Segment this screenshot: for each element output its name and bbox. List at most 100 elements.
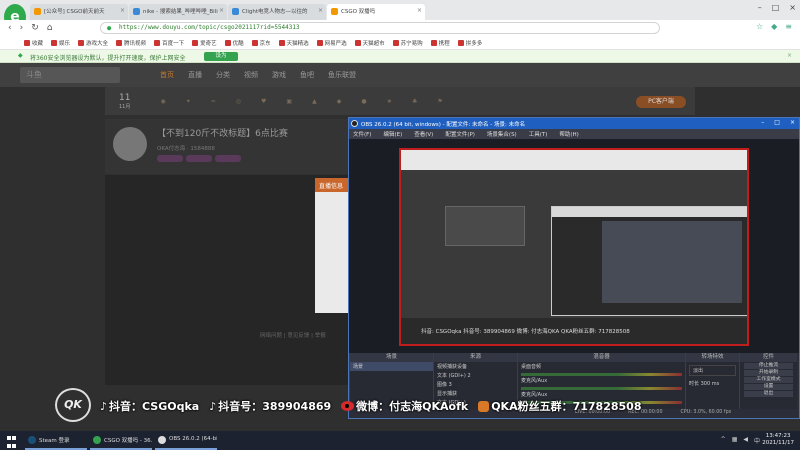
volume-icon[interactable]: ◀ [743,436,748,445]
category-icon[interactable]: ▣ [286,98,292,105]
menu-item[interactable]: 查看(V) [414,130,433,138]
qq-group-icon [478,400,490,412]
bookmark[interactable]: 网易严选 [317,39,347,47]
obs-preview[interactable]: 抖音: CSGOqka 抖音号: 389904869 微博: 付志海QKA QK… [399,148,749,346]
bookmark[interactable]: 拼多多 [458,39,483,47]
close-window-icon[interactable]: × [789,3,796,12]
bookmark[interactable]: 腾讯视频 [116,39,146,47]
category-icon[interactable]: ◎ [236,98,241,105]
refresh-icon[interactable]: ↻ [31,23,39,33]
site-logo[interactable]: 斗鱼 [20,67,120,83]
mixer-channel-label: 桌面音频 [521,364,542,370]
category-icon[interactable]: ✦ [186,98,191,105]
close-tab-icon[interactable]: × [219,7,224,14]
menu-item[interactable]: 工具(T) [529,130,548,138]
obs-logo-icon [351,120,358,127]
nav-item[interactable]: 鱼吧 [300,70,314,80]
category-icon[interactable]: ≈ [211,98,216,105]
obs-window: OBS 26.0.2 (64 bit, windows) - 配置文件: 未命名… [348,117,800,419]
obs-title-bar: OBS 26.0.2 (64 bit, windows) - 配置文件: 未命名… [349,118,799,129]
bookmark[interactable]: 百度一下 [154,39,184,47]
category-icon[interactable]: ⚑ [437,98,442,105]
close-icon[interactable]: × [787,52,792,59]
browser-tab[interactable]: [公众号] CSGO前天前天 × [30,4,128,20]
source-item[interactable]: 文本 (GDI+) 2 [434,371,517,380]
taskbar-item-browser[interactable]: CSGO 双播吗 - 36... [90,431,152,450]
set-default-button[interactable]: 设为 [204,52,238,61]
category-icon[interactable]: ● [361,98,366,105]
bookmark[interactable]: 收藏 [24,39,43,47]
weibo-label: 微博：付志海QKAofk [356,400,469,413]
maximize-icon[interactable]: □ [774,119,780,126]
home-icon[interactable]: ⌂ [47,23,53,33]
stop-streaming-button[interactable]: 停止推流 [744,363,793,369]
star-icon[interactable]: ☆ [756,22,763,31]
start-recording-button[interactable]: 开始录制 [744,370,793,376]
category-icon[interactable]: ♣ [412,98,417,105]
category-icon[interactable]: ◆ [337,98,342,105]
preview-page [401,170,747,320]
tray-arrow-icon[interactable]: ^ [721,436,726,445]
ime-icon[interactable]: 中 [754,436,760,445]
pc-client-button[interactable]: PC客户端 [636,96,686,108]
nav-item[interactable]: 直播 [188,70,202,80]
page-footer[interactable]: 网络问题 | 意见反馈 | 举报 [260,331,326,339]
menu-icon[interactable]: ≡ [785,22,792,31]
transition-select[interactable]: 淡出 [689,365,736,376]
volume-meter[interactable] [521,373,682,376]
source-item[interactable]: 视频捕获设备 [434,362,517,371]
menu-item[interactable]: 帮助(H) [559,130,578,138]
taskbar-clock[interactable]: 13:47:23 2021/11/17 [762,433,794,447]
back-icon[interactable]: ‹ [8,23,12,33]
menu-item[interactable]: 文件(F) [353,130,371,138]
bookmark[interactable]: 游戏大全 [78,39,108,47]
minimize-icon[interactable]: – [761,119,764,126]
category-icon[interactable]: ◉ [160,98,165,105]
nav-item[interactable]: 鱼乐联盟 [328,70,356,80]
dock-title: 控件 [740,353,797,362]
bookmark[interactable]: 优酷 [225,39,244,47]
browser-tab[interactable]: nike - 搜索结果_哔哩哔哩_Bili × [129,4,227,20]
douyin-label: 抖音：CSGOqka [109,400,200,413]
category-icon[interactable]: ♥ [261,98,266,105]
category-icon[interactable]: ★ [387,98,392,105]
network-icon[interactable]: ▦ [732,436,738,445]
menu-item[interactable]: 场景集合(S) [487,130,517,138]
url-input[interactable]: ● https://www.douyu.com/topic/csgo202111… [100,22,660,34]
studio-mode-button[interactable]: 工作室模式 [744,377,793,383]
menu-item[interactable]: 编辑(E) [383,130,402,138]
browser-tab-active[interactable]: CSGO 双播吗 × [327,4,425,20]
close-tab-icon[interactable]: × [417,7,422,14]
start-button[interactable] [0,431,22,450]
bookmark[interactable]: 天猫超市 [355,39,385,47]
video-player[interactable] [105,175,350,385]
bookmark[interactable]: 娱乐 [51,39,70,47]
bookmark[interactable]: 天猫精选 [279,39,309,47]
extension-icon[interactable]: ◆ [771,22,777,31]
nav-item[interactable]: 游戏 [272,70,286,80]
nav-item[interactable]: 视频 [244,70,258,80]
category-icon[interactable]: ▲ [312,98,317,105]
maximize-icon[interactable]: □ [772,3,780,12]
bookmark[interactable]: 京东 [252,39,271,47]
close-tab-icon[interactable]: × [120,7,125,14]
nav-item[interactable]: 分类 [216,70,230,80]
bookmark[interactable]: 爱奇艺 [192,39,217,47]
forward-icon[interactable]: › [20,23,24,33]
bookmark[interactable]: 苏宁易购 [393,39,423,47]
preview-overlay-text: 抖音: CSGOqka 抖音号: 389904869 微博: 付志海QKA QK… [401,318,747,344]
weibo-icon [341,401,355,411]
close-tab-icon[interactable]: × [318,7,323,14]
nav-item[interactable]: 首页 [160,70,174,80]
taskbar-item-steam[interactable]: Steam 登录 [25,431,87,450]
bookmark[interactable]: 携程 [431,39,450,47]
scene-item[interactable]: 场景 [350,362,433,371]
avatar[interactable] [113,127,147,161]
close-window-icon[interactable]: × [790,119,795,126]
minimize-icon[interactable]: – [758,3,762,12]
menu-item[interactable]: 配置文件(P) [445,130,475,138]
shield-icon: ◆ [18,52,23,59]
lock-icon: ● [107,24,112,32]
browser-tab[interactable]: Clight电竞人物志—以往的 × [228,4,326,20]
taskbar-item-obs[interactable]: OBS 26.0.2 (64-bi... [155,431,217,450]
